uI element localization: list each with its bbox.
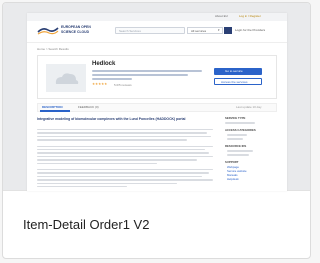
- last-update-text: Last update 10 day: [236, 105, 262, 109]
- paragraph-line: [37, 152, 209, 154]
- breadcrumb[interactable]: Home > Search Results: [37, 48, 69, 51]
- sidebar-link-helpdesk[interactable]: Helpdesk: [227, 178, 239, 181]
- sidebar-value-line: [227, 134, 247, 136]
- chevron-down-icon: ▾: [218, 28, 220, 32]
- brand-line2: SCIENCE CLOUD: [61, 30, 90, 34]
- tab-feedback[interactable]: FEEDBACK (0): [78, 106, 99, 109]
- rating-stars-icon: ★★★★★: [92, 82, 108, 86]
- paragraph-line: [37, 132, 207, 134]
- paragraph-line: [37, 159, 197, 161]
- sidebar-value-line: [227, 150, 253, 152]
- sidebar-title-access: ACCESS CATEGORIES: [225, 128, 256, 132]
- paragraph-line: [37, 155, 213, 158]
- paragraph-line: [37, 145, 213, 147]
- top-bar: About EU Log in / Register: [27, 13, 287, 21]
- tab-description-label: DESCRIPTION: [42, 105, 63, 109]
- service-detail-box: Hedlock ★★★★★ 5.0/5 reviews Go to servic…: [37, 55, 277, 99]
- sidebar-value-line: [227, 138, 243, 140]
- service-desc-line: [92, 78, 132, 80]
- search-input[interactable]: Search Services: [115, 27, 185, 34]
- topbar-link-login[interactable]: Log in / Register: [239, 15, 261, 18]
- eosc-logo-icon[interactable]: [37, 26, 59, 36]
- brand-line1: EUROPEAN OPEN: [61, 25, 91, 29]
- tab-bar: DESCRIPTION FEEDBACK (0) Last update 10 …: [37, 103, 277, 112]
- rating-text: 5.0/5 reviews: [114, 82, 132, 87]
- item-card[interactable]: About EU Log in / Register EUROPEAN OPEN…: [2, 2, 311, 259]
- page-preview: About EU Log in / Register EUROPEAN OPEN…: [27, 13, 287, 191]
- sidebar-value-line: [225, 122, 255, 124]
- cloud-icon: [55, 73, 79, 84]
- service-desc-line: [92, 74, 188, 76]
- paragraph-line: [37, 149, 205, 151]
- login-providers-link[interactable]: Login for the Providers: [235, 29, 265, 32]
- paragraph-line: [37, 186, 127, 188]
- access-services-label: Access the services: [221, 79, 248, 84]
- paragraph-line: [37, 169, 213, 171]
- paragraph-line: [37, 179, 213, 181]
- paragraph-line: [37, 129, 213, 131]
- sidebar-value-line: [227, 154, 249, 156]
- topbar-link-about[interactable]: About EU: [215, 15, 228, 18]
- category-select[interactable]: All services ▾: [187, 27, 223, 34]
- paragraph-line: [37, 139, 187, 141]
- paragraph-line: [37, 182, 177, 184]
- item-caption: Item-Detail Order1 V2: [23, 217, 150, 232]
- paragraph-line: [37, 162, 157, 164]
- content-heading: Integrative modeling of biomolecular com…: [37, 117, 186, 121]
- category-select-value: All services: [191, 28, 207, 33]
- sidebar-title-resource: RESOURCE IDS: [225, 144, 247, 148]
- tab-description[interactable]: DESCRIPTION: [40, 104, 70, 112]
- paragraph-line: [37, 172, 209, 174]
- sidebar-title-service-type: SERVICE TYPE: [225, 116, 246, 120]
- paragraph-line: [37, 135, 211, 138]
- sidebar: SERVICE TYPE ACCESS CATEGORIES RESOURCE …: [225, 117, 277, 187]
- search-icon: [225, 34, 231, 40]
- search-placeholder: Search Services: [119, 28, 141, 33]
- service-desc-line: [92, 70, 202, 72]
- search-button[interactable]: [224, 27, 232, 40]
- sidebar-title-support: SUPPORT: [225, 160, 239, 164]
- go-to-service-button[interactable]: Go to service: [214, 68, 262, 75]
- paragraph-line: [37, 175, 202, 178]
- access-services-button[interactable]: Access the services: [214, 78, 262, 85]
- service-title: Hedlock: [92, 61, 116, 67]
- go-to-service-label: Go to service: [225, 69, 243, 73]
- service-thumbnail: [46, 64, 86, 92]
- screenshot-preview: About EU Log in / Register EUROPEAN OPEN…: [3, 3, 310, 191]
